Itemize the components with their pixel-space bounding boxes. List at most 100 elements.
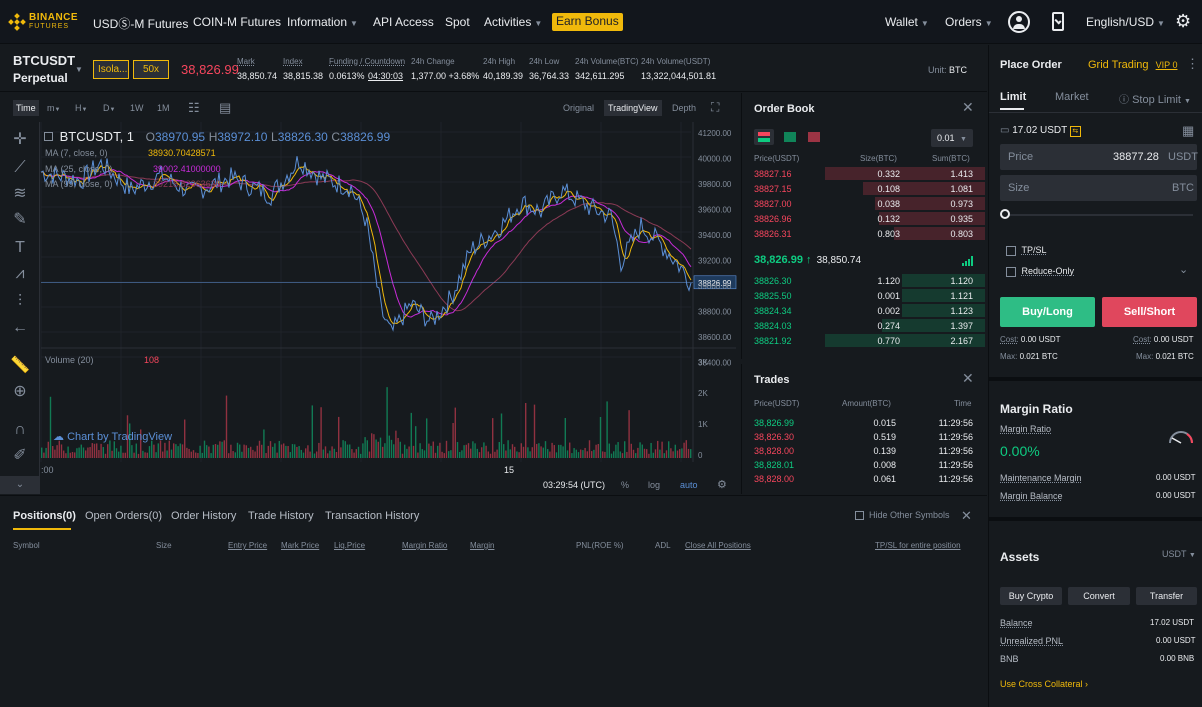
auto-toggle[interactable]: auto: [680, 480, 698, 490]
bottom-tab[interactable]: Trade History: [248, 510, 314, 522]
nav-information[interactable]: Information ▼: [287, 15, 358, 29]
bid-row[interactable]: 38825.50 0.001 1.121: [742, 288, 988, 303]
positions-column-header[interactable]: Close All Positions: [685, 541, 751, 550]
assets-currency-selector[interactable]: USDT ▼: [1162, 549, 1196, 559]
trendline-icon[interactable]: ⟋: [10, 158, 30, 178]
nav-usdm-futures[interactable]: USDⓈ-M Futures: [93, 15, 188, 32]
chart-settings-icon[interactable]: ⚙: [717, 478, 727, 491]
language-currency-selector[interactable]: English/USD ▼: [1086, 15, 1165, 29]
view-original[interactable]: Original: [563, 103, 594, 113]
use-cross-collateral-link[interactable]: Use Cross Collateral ›: [1000, 679, 1088, 689]
measure-icon[interactable]: ⫶: [10, 292, 30, 312]
bid-row[interactable]: 38824.03 0.274 1.397: [742, 318, 988, 333]
leverage-button[interactable]: 50x: [133, 60, 169, 79]
transfer-icon[interactable]: ⇆: [1069, 126, 1081, 137]
pattern-icon[interactable]: ⩘: [10, 264, 30, 284]
book-view-asks-icon[interactable]: [806, 129, 822, 145]
book-view-both-icon[interactable]: [754, 129, 774, 145]
interval-hours[interactable]: H▼: [75, 103, 87, 113]
binance-logo[interactable]: BINANCE FUTURES: [8, 11, 84, 33]
nav-wallet[interactable]: Wallet ▼: [885, 15, 929, 29]
bottom-tab[interactable]: Transaction History: [325, 510, 419, 522]
buy-long-button[interactable]: Buy/Long: [1000, 297, 1095, 327]
unit-selector[interactable]: Unit: BTC: [928, 65, 967, 75]
bottom-tab[interactable]: Positions(0): [13, 510, 76, 522]
back-arrow-icon[interactable]: ←: [10, 318, 30, 338]
indicator-settings-icon[interactable]: ☷: [188, 100, 200, 116]
nav-orders[interactable]: Orders ▼: [945, 15, 993, 29]
interval-month[interactable]: 1M: [157, 103, 170, 113]
symbol-selector[interactable]: BTCUSDT Perpetual ▼: [13, 53, 85, 85]
bid-row[interactable]: 38826.30 1.120 1.120: [742, 273, 988, 288]
crosshair-icon[interactable]: ✛: [10, 130, 30, 150]
close-trades-icon[interactable]: ✕: [962, 370, 974, 387]
collapse-legend-icon[interactable]: [44, 132, 53, 141]
bid-row[interactable]: 38821.92 0.770 2.167: [742, 333, 988, 348]
fullscreen-icon[interactable]: ⛶: [711, 100, 719, 115]
ob-last-price[interactable]: 38,826.99 ↑ 38,850.74: [754, 254, 861, 266]
tradingview-chart[interactable]: 38826.99 41200.00 40000.00 39800.00 39600.00…: [40, 122, 737, 462]
bottom-tab[interactable]: Open Orders(0): [85, 510, 162, 522]
percent-toggle[interactable]: %: [621, 480, 629, 490]
transfer-button[interactable]: Transfer: [1136, 587, 1197, 605]
text-tool-icon[interactable]: T: [10, 238, 30, 258]
buy-crypto-button[interactable]: Buy Crypto: [1000, 587, 1062, 605]
interval-days[interactable]: D▼: [103, 103, 115, 113]
nav-coinm-futures[interactable]: COIN-M Futures: [193, 15, 281, 29]
settings-gear-icon[interactable]: ⚙: [1175, 11, 1191, 32]
user-account-icon[interactable]: [1008, 11, 1030, 33]
tpsl-checkbox[interactable]: TP/SL: [1006, 245, 1047, 256]
ask-row[interactable]: 38826.31 0.803 0.803: [742, 226, 988, 241]
close-order-book-icon[interactable]: ✕: [962, 99, 974, 116]
download-app-icon[interactable]: [1052, 12, 1064, 31]
book-view-bids-icon[interactable]: [782, 129, 798, 145]
tab-stop-limit[interactable]: ⓘ Stop Limit ▼: [1119, 91, 1191, 106]
slider-handle[interactable]: [1000, 209, 1010, 219]
tab-limit[interactable]: Limit: [1000, 91, 1026, 103]
interval-time[interactable]: Time: [13, 100, 39, 116]
nav-api-access[interactable]: API Access: [373, 15, 434, 29]
expand-options-icon[interactable]: ⌄: [1179, 263, 1188, 276]
fib-icon[interactable]: ≋: [10, 184, 30, 204]
sell-short-button[interactable]: Sell/Short: [1102, 297, 1197, 327]
bid-row[interactable]: 38824.34 0.002 1.123: [742, 303, 988, 318]
view-tradingview[interactable]: TradingView: [604, 100, 662, 116]
ask-row[interactable]: 38826.96 0.132 0.935: [742, 211, 988, 226]
close-positions-panel-icon[interactable]: ✕: [961, 508, 972, 524]
nav-spot[interactable]: Spot: [445, 15, 470, 29]
precision-selector[interactable]: 0.01 ▼: [931, 129, 973, 147]
toolbar-collapse-button[interactable]: ⌄: [0, 476, 40, 494]
interval-minutes[interactable]: m▼: [47, 103, 60, 113]
price-axis-tick: 39000.00: [698, 282, 732, 291]
tab-market[interactable]: Market: [1055, 91, 1089, 103]
hide-other-symbols-checkbox[interactable]: Hide Other Symbols: [855, 510, 950, 521]
log-toggle[interactable]: log: [648, 480, 660, 490]
convert-button[interactable]: Convert: [1068, 587, 1130, 605]
view-depth[interactable]: Depth: [672, 103, 696, 113]
ask-row[interactable]: 38827.00 0.038 0.973: [742, 196, 988, 211]
zoom-in-icon[interactable]: ⊕: [10, 382, 30, 402]
earn-bonus-button[interactable]: Earn Bonus: [552, 13, 623, 31]
ask-row[interactable]: 38827.15 0.108 1.081: [742, 181, 988, 196]
bottom-tab[interactable]: Order History: [171, 510, 236, 522]
tradingview-watermark[interactable]: ☁ Chart by TradingView: [53, 430, 172, 443]
brand-subname: FUTURES: [29, 23, 70, 30]
magnet-icon[interactable]: ∩: [10, 420, 30, 440]
lock-drawing-icon[interactable]: ✐: [10, 446, 30, 466]
chart-layout-icon[interactable]: ▤: [219, 100, 231, 116]
nav-activities[interactable]: Activities ▼: [484, 15, 542, 29]
more-options-icon[interactable]: ⋮: [1186, 56, 1199, 72]
ruler-icon[interactable]: 📏: [10, 356, 30, 376]
interval-week[interactable]: 1W: [130, 103, 144, 113]
margin-mode-button[interactable]: Isola...: [93, 60, 129, 79]
positions-column-header[interactable]: TP/SL for entire position: [875, 541, 961, 550]
brush-icon[interactable]: ✎: [10, 210, 30, 230]
grid-trading-link[interactable]: Grid Trading VIP 0: [1088, 59, 1177, 71]
volume-bar: [553, 445, 555, 458]
size-input[interactable]: Size BTC: [1000, 175, 1197, 201]
ask-row[interactable]: 38827.16 0.332 1.413: [742, 166, 988, 181]
size-slider[interactable]: [1000, 209, 1197, 221]
price-input[interactable]: Price 38877.28 USDT: [1000, 144, 1198, 170]
reduce-only-checkbox[interactable]: Reduce-Only: [1006, 266, 1074, 277]
calculator-icon[interactable]: ▦: [1182, 123, 1194, 139]
